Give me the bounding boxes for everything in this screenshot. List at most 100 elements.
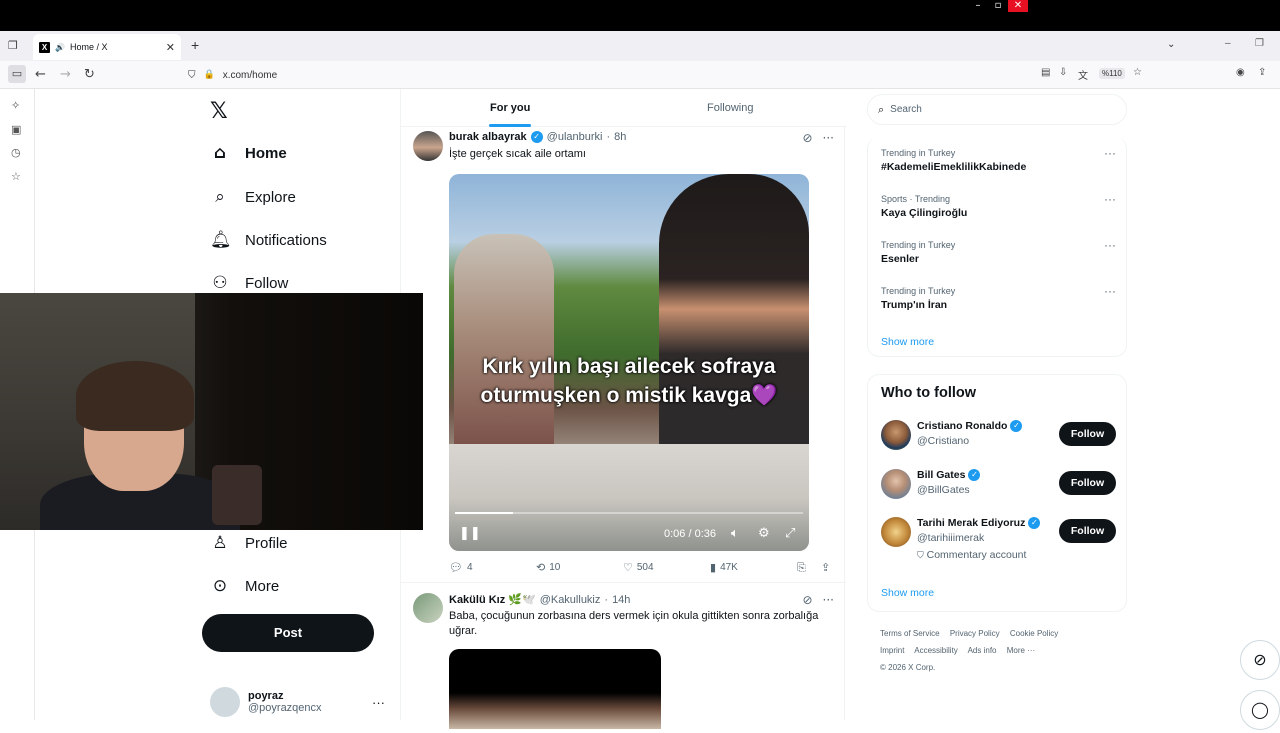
tweet[interactable]: burak albayrak ✓ @ulanburki · 8h ⊘ ··· İ… xyxy=(401,131,846,581)
more-dots-icon[interactable]: ··· xyxy=(823,593,834,607)
grok-icon[interactable]: ⊘ xyxy=(802,131,812,145)
back-icon[interactable]: ← xyxy=(35,67,46,82)
url-text[interactable]: x.com/home xyxy=(223,70,277,81)
history-icon[interactable]: ◷ xyxy=(11,146,21,159)
follow-button[interactable]: Follow xyxy=(1059,422,1116,446)
pause-icon[interactable]: ❚❚ xyxy=(459,526,481,541)
avatar[interactable] xyxy=(881,469,911,499)
tweet-author-name[interactable]: Kakülü Kız 🌿🕊️ xyxy=(449,593,536,606)
follow-suggestion[interactable]: Bill Gates ✓ @BillGates Follow xyxy=(881,469,1116,509)
avatar[interactable] xyxy=(413,131,443,161)
footer-link[interactable]: Ads info xyxy=(968,646,997,655)
bookmarks-icon[interactable]: ☆ xyxy=(11,170,21,183)
like-button[interactable]: ♡ 504 xyxy=(623,561,654,574)
tweet-time[interactable]: 8h xyxy=(614,131,626,143)
close-icon[interactable]: ✕ xyxy=(1008,0,1028,12)
bookmark-button[interactable]: ⎘ xyxy=(797,561,806,575)
settings-icon[interactable]: ⚙ xyxy=(758,526,770,541)
tweet-time[interactable]: 14h xyxy=(612,594,630,606)
footer-link[interactable]: Imprint xyxy=(880,646,904,655)
video-player[interactable] xyxy=(449,649,661,729)
tab-overview-icon[interactable]: ❐ xyxy=(8,39,18,52)
tab-for-you[interactable]: For you xyxy=(490,102,530,114)
follow-suggestion[interactable]: Cristiano Ronaldo ✓ @Cristiano Follow xyxy=(881,420,1116,460)
url-bar[interactable]: ⛉ 🔒 x.com/home xyxy=(180,64,1155,86)
extensions-icon[interactable]: ⇪ xyxy=(1258,67,1266,78)
search-input[interactable]: ⌕ Search xyxy=(867,94,1127,125)
reader-icon[interactable]: ▤ xyxy=(1041,67,1050,78)
nav-item-follow[interactable]: ⚇ Follow xyxy=(210,273,288,293)
lock-icon[interactable]: 🔒 xyxy=(204,70,215,80)
forward-icon[interactable]: → xyxy=(60,67,71,82)
avatar[interactable] xyxy=(881,517,911,547)
more-dots-icon[interactable]: ··· xyxy=(1104,192,1116,206)
more-dots-icon[interactable]: ··· xyxy=(1104,238,1116,252)
footer-link[interactable]: Cookie Policy xyxy=(1010,629,1058,638)
avatar[interactable] xyxy=(413,593,443,623)
tweet[interactable]: Kakülü Kız 🌿🕊️ @Kakullukiz · 14h ⊘ ··· B… xyxy=(401,593,846,733)
more-dots-icon[interactable]: ··· xyxy=(1104,146,1116,160)
messages-fab-icon[interactable]: ◯ xyxy=(1240,690,1280,730)
post-button[interactable]: Post xyxy=(202,614,374,652)
tweet-author-handle[interactable]: @Kakullukiz xyxy=(540,594,601,606)
save-icon[interactable]: ⇩ xyxy=(1059,67,1067,78)
trend-item[interactable]: Trending in Turkey Esenler ··· xyxy=(881,238,1116,265)
ai-icon[interactable]: ✧ xyxy=(11,99,20,112)
minimize-icon[interactable]: – xyxy=(968,0,988,12)
trend-item[interactable]: Sports · Trending Kaya Çilingiroğlu ··· xyxy=(881,192,1116,219)
share-button[interactable]: ⇪ xyxy=(821,561,830,574)
footer-link[interactable]: Privacy Policy xyxy=(950,629,1000,638)
fullscreen-icon[interactable]: ⤢ xyxy=(785,526,795,541)
nav-item-more[interactable]: ⊙ More xyxy=(210,576,279,596)
star-icon[interactable]: ☆ xyxy=(1133,67,1142,78)
show-more-link[interactable]: Show more xyxy=(881,336,934,348)
translate-icon[interactable]: 文 xyxy=(1078,67,1088,82)
browser-tab[interactable]: X 🔊 Home / X ✕ xyxy=(33,34,181,60)
footer-link[interactable]: More ··· xyxy=(1007,646,1035,655)
follow-button[interactable]: Follow xyxy=(1059,519,1116,543)
more-dots-icon[interactable]: ··· xyxy=(823,131,834,145)
nav-item-home[interactable]: ⌂ Home xyxy=(210,143,287,163)
repost-button[interactable]: ⟲ 10 xyxy=(536,561,560,574)
nav-item-notifications[interactable]: 🔔︎ Notifications xyxy=(210,230,327,250)
chevron-down-icon[interactable]: ⌄ xyxy=(1167,39,1175,50)
sidebar-toggle-icon[interactable]: ▭ xyxy=(8,65,26,83)
show-more-link[interactable]: Show more xyxy=(881,587,934,599)
suggestion-name[interactable]: Cristiano Ronaldo ✓ xyxy=(917,420,1023,432)
tweet-author-handle[interactable]: @ulanburki xyxy=(547,131,603,143)
suggestion-name[interactable]: Bill Gates ✓ xyxy=(917,469,981,481)
trend-item[interactable]: Trending in Turkey #KademeliEmeklilikKab… xyxy=(881,146,1116,173)
zoom-level[interactable]: %110 xyxy=(1099,68,1125,79)
x-logo-icon[interactable]: 𝕏 xyxy=(210,99,228,124)
maximize-icon[interactable]: ▫ xyxy=(988,0,1008,12)
tab-close-icon[interactable]: ✕ xyxy=(166,41,175,54)
footer-link[interactable]: Accessibility xyxy=(914,646,958,655)
video-player[interactable]: Kırk yılın başı ailecek sofraya oturmuşk… xyxy=(449,174,809,551)
restore-icon[interactable]: ❐ xyxy=(1255,38,1264,49)
grok-icon[interactable]: ⊘ xyxy=(802,593,812,607)
suggestion-name[interactable]: Tarihi Merak Ediyoruz ✓ xyxy=(917,517,1041,529)
video-progress-bar[interactable] xyxy=(455,512,803,514)
follow-suggestion[interactable]: Tarihi Merak Ediyoruz ✓ @tarihiiimerak ⛉ … xyxy=(881,517,1116,569)
tweet-author-name[interactable]: burak albayrak xyxy=(449,131,527,143)
tab-following[interactable]: Following xyxy=(707,102,753,114)
nav-item-profile[interactable]: ♙ Profile xyxy=(210,533,287,553)
views-button[interactable]: ▮ 47K xyxy=(710,561,738,574)
more-dots-icon[interactable]: ··· xyxy=(372,695,385,710)
grok-fab-icon[interactable]: ⊘ xyxy=(1240,640,1280,680)
avatar[interactable] xyxy=(881,420,911,450)
trend-item[interactable]: Trending in Turkey Trump'ın İran ··· xyxy=(881,284,1116,311)
more-dots-icon[interactable]: ··· xyxy=(1104,284,1116,298)
nav-item-explore[interactable]: ⌕ Explore xyxy=(210,187,296,207)
reply-button[interactable]: 💬︎ 4 xyxy=(449,561,473,574)
account-icon[interactable]: ◉ xyxy=(1236,67,1245,78)
volume-icon[interactable]: 🔈︎ xyxy=(731,526,739,541)
minimize-icon[interactable]: – xyxy=(1225,38,1231,49)
footer-link[interactable]: Terms of Service xyxy=(880,629,940,638)
new-tab-icon[interactable]: + xyxy=(191,37,199,53)
speaker-icon[interactable]: 🔊 xyxy=(55,43,65,52)
reload-icon[interactable]: ↻ xyxy=(84,67,95,82)
account-switcher[interactable]: poyraz @poyrazqencx xyxy=(210,687,322,717)
follow-button[interactable]: Follow xyxy=(1059,471,1116,495)
tabs-icon[interactable]: ▣ xyxy=(11,123,21,136)
